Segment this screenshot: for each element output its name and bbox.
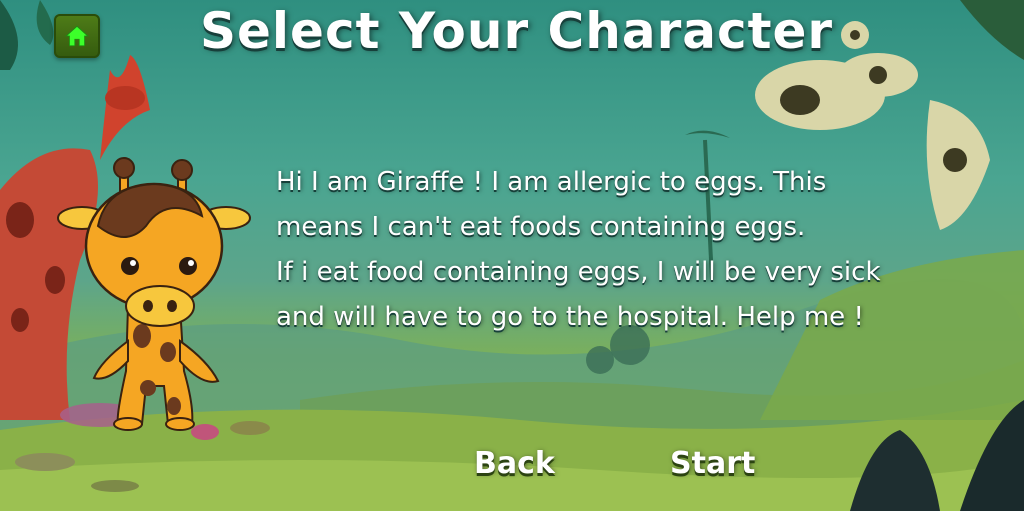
home-button[interactable]: [54, 14, 100, 58]
home-icon: [65, 25, 89, 47]
description-line: means I can't eat foods containing eggs.: [276, 212, 806, 242]
back-button[interactable]: Back: [474, 446, 555, 481]
page-title: Select Your Character: [200, 2, 834, 60]
character-description: Hi I am Giraffe ! I am allergic to eggs.…: [276, 160, 996, 340]
description-line: and will have to go to the hospital. Hel…: [276, 302, 864, 332]
start-button[interactable]: Start: [670, 446, 755, 481]
description-line: Hi I am Giraffe ! I am allergic to eggs.…: [276, 167, 827, 197]
game-screen: Select Your Character Hi I am Giraffe ! …: [0, 0, 1024, 511]
description-line: If i eat food containing eggs, I will be…: [276, 257, 881, 287]
giraffe-character[interactable]: [56, 156, 256, 436]
